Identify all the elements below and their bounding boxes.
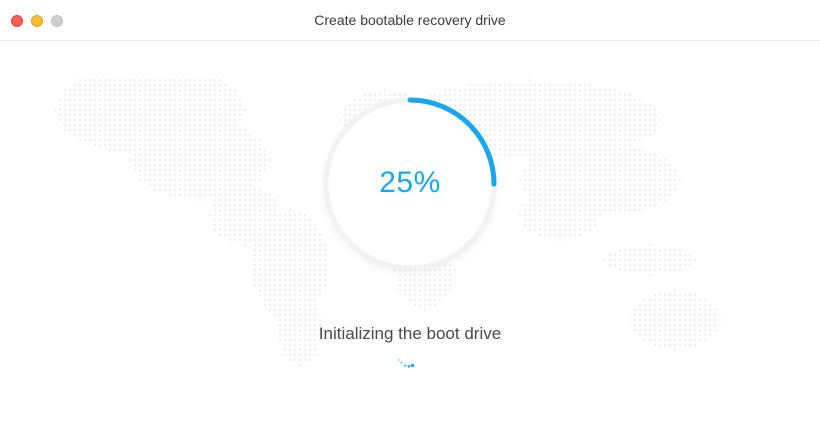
progress-percent-label: 25% <box>379 166 441 199</box>
title-bar[interactable]: Create bootable recovery drive <box>0 0 820 41</box>
app-window: Create bootable recovery drive 25% Initi… <box>0 0 820 430</box>
status-message: Initializing the boot drive <box>318 324 502 343</box>
progress-ring: 25% <box>320 94 500 274</box>
window-title: Create bootable recovery drive <box>314 12 506 28</box>
loading-spinner-icon <box>397 358 415 368</box>
